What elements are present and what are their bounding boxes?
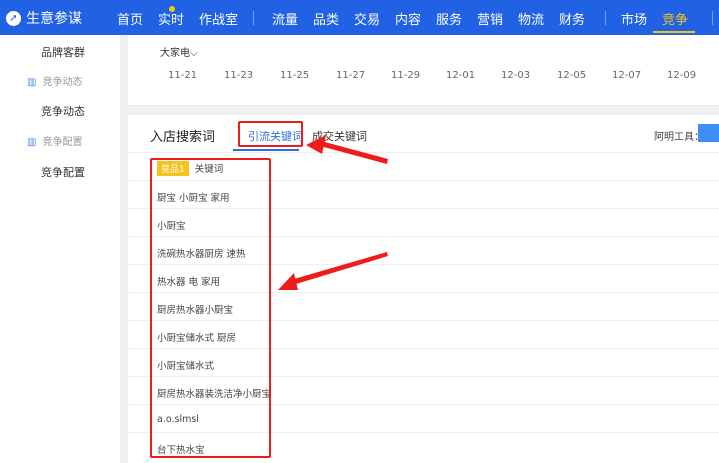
annotation-arrows (278, 135, 388, 290)
arrow-to-tab (306, 135, 388, 164)
arrow-to-keywords (278, 252, 388, 290)
